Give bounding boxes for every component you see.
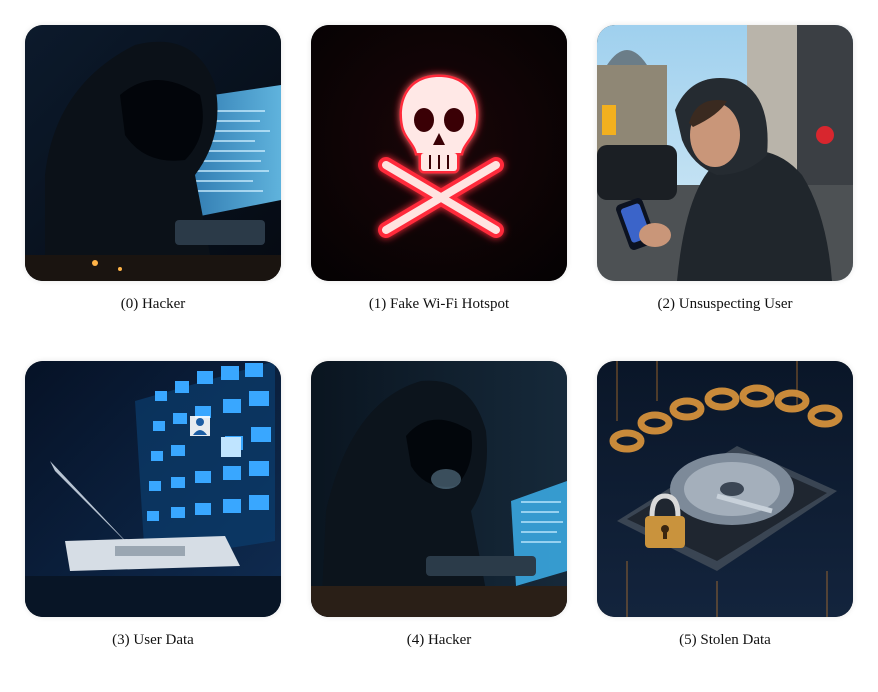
image-grid: (0) Hacker (1) Fake Wi-Fi Hotspot (2) Un… <box>0 0 878 692</box>
card-5: (5) Stolen Data <box>586 350 872 662</box>
laptop-data-stream-image <box>25 361 281 617</box>
card-caption: (2) Unsuspecting User <box>657 296 793 312</box>
card-caption: (3) User Data <box>112 632 194 648</box>
card-4: (4) Hacker <box>300 350 586 662</box>
card-3: (3) User Data <box>14 350 300 662</box>
card-caption: (0) Hacker <box>120 296 186 312</box>
card-caption: (1) Fake Wi-Fi Hotspot <box>368 296 510 312</box>
user-with-phone-street-image <box>597 25 853 281</box>
card-caption: (4) Hacker <box>406 632 472 648</box>
hooded-hacker-laptop-image <box>25 25 281 281</box>
card-1: (1) Fake Wi-Fi Hotspot <box>300 14 586 326</box>
card-caption: (5) Stolen Data <box>679 632 771 648</box>
hard-drive-chain-lock-image <box>597 361 853 617</box>
skull-crossbones-image <box>311 25 567 281</box>
hooded-hacker-laptop-image <box>311 361 567 617</box>
card-2: (2) Unsuspecting User <box>586 14 872 326</box>
card-0: (0) Hacker <box>14 14 300 326</box>
